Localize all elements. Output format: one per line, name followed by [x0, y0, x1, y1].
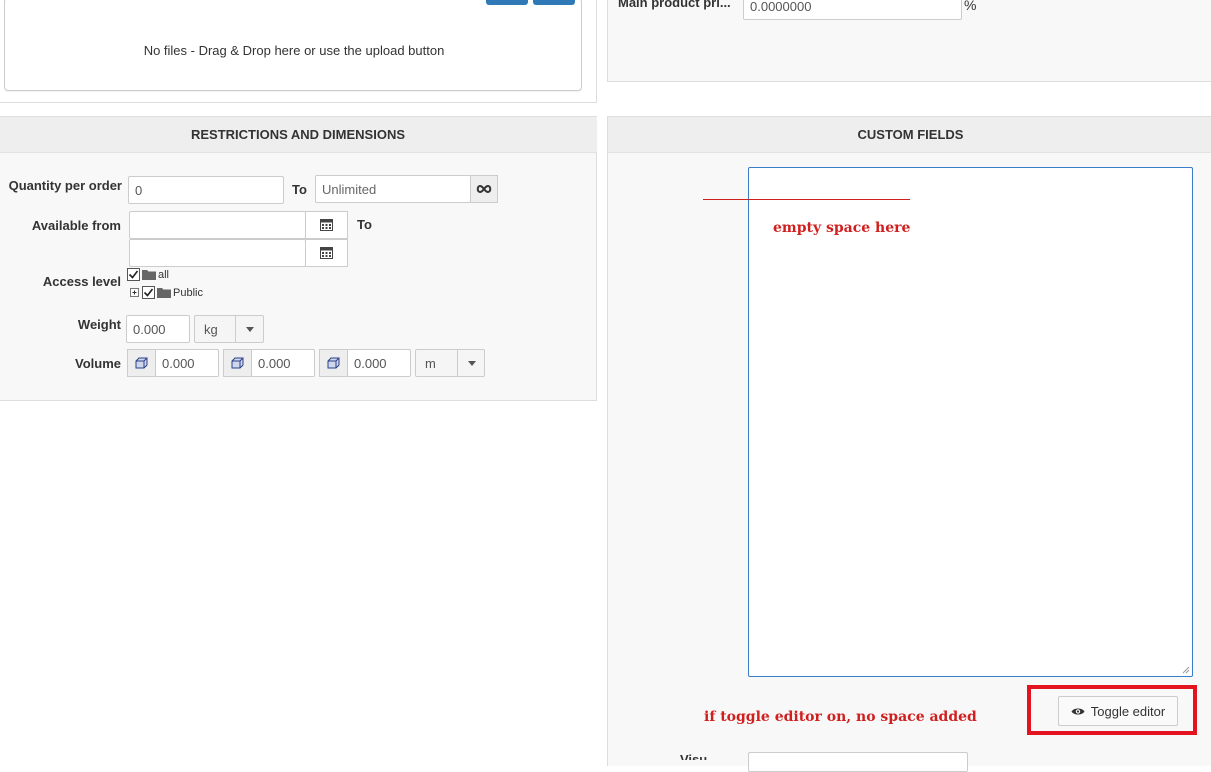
- available-from-label: Available from: [31, 218, 121, 233]
- folder-icon: [157, 288, 171, 298]
- next-field-label: Visu: [680, 752, 708, 760]
- browse-button[interactable]: [533, 0, 575, 5]
- quantity-to-label: To: [292, 182, 307, 197]
- weight-unit-select[interactable]: kg: [194, 315, 264, 343]
- eye-icon: [1071, 708, 1085, 714]
- toggle-editor-label: Toggle editor: [1090, 703, 1166, 719]
- volume-unit-select[interactable]: m: [415, 349, 485, 377]
- access-item-public: Public: [173, 286, 203, 299]
- access-tree-root: all: [127, 268, 169, 281]
- caret-down-icon[interactable]: [235, 316, 264, 342]
- quantity-max-input[interactable]: Unlimited: [315, 175, 471, 203]
- weight-label: Weight: [77, 317, 121, 332]
- weight-unit-value: kg: [204, 322, 218, 337]
- upload-button[interactable]: [486, 0, 528, 5]
- volume-width-input[interactable]: 0.000: [251, 349, 315, 377]
- expand-plus-icon[interactable]: [129, 287, 140, 298]
- main-product-price-label: Main product pri...: [618, 0, 731, 10]
- available-to-label: To: [357, 217, 372, 232]
- access-level-label: Access level: [42, 274, 121, 289]
- checkbox-checked-icon[interactable]: [127, 268, 140, 281]
- weight-input[interactable]: 0.000: [126, 315, 190, 343]
- caret-down-icon[interactable]: [457, 350, 485, 376]
- available-from-input[interactable]: [129, 211, 306, 239]
- upload-dropzone[interactable]: No files - Drag & Drop here or use the u…: [4, 0, 582, 91]
- cube-length-icon: [127, 349, 156, 377]
- available-to-input[interactable]: [129, 239, 306, 267]
- volume-length-input[interactable]: 0.000: [155, 349, 219, 377]
- annotation-empty-space: empty space here: [773, 220, 911, 236]
- restrictions-header: RESTRICTIONS AND DIMENSIONS: [0, 117, 597, 153]
- custom-fields-header: CUSTOM FIELDS: [608, 117, 1211, 153]
- annotation-underline: [703, 199, 910, 200]
- calendar-icon[interactable]: [305, 239, 348, 267]
- calendar-icon[interactable]: [305, 211, 348, 239]
- folder-icon: [142, 270, 156, 280]
- custom-fields-textarea[interactable]: [748, 167, 1193, 677]
- cube-height-icon: [319, 349, 348, 377]
- volume-label: Volume: [75, 356, 121, 371]
- cube-width-icon: [223, 349, 252, 377]
- checkbox-checked-icon[interactable]: [142, 286, 155, 299]
- access-item-all: all: [158, 268, 170, 281]
- volume-height-input[interactable]: 0.000: [347, 349, 411, 377]
- next-field-input[interactable]: [748, 752, 968, 772]
- upload-empty-text: No files - Drag & Drop here or use the u…: [143, 43, 445, 58]
- infinity-icon[interactable]: [470, 175, 498, 203]
- toggle-editor-button[interactable]: Toggle editor: [1058, 696, 1178, 726]
- volume-unit-value: m: [425, 356, 436, 371]
- quantity-label: Quantity per order: [8, 178, 122, 193]
- main-product-price-input[interactable]: 0.0000000: [743, 0, 962, 20]
- resize-handle-icon[interactable]: [1181, 665, 1190, 674]
- quantity-min-input[interactable]: 0: [128, 176, 284, 204]
- annotation-toggle-note: if toggle editor on, no space added: [704, 709, 977, 725]
- price-unit-label: %: [964, 0, 977, 13]
- access-tree-child: Public: [129, 286, 203, 299]
